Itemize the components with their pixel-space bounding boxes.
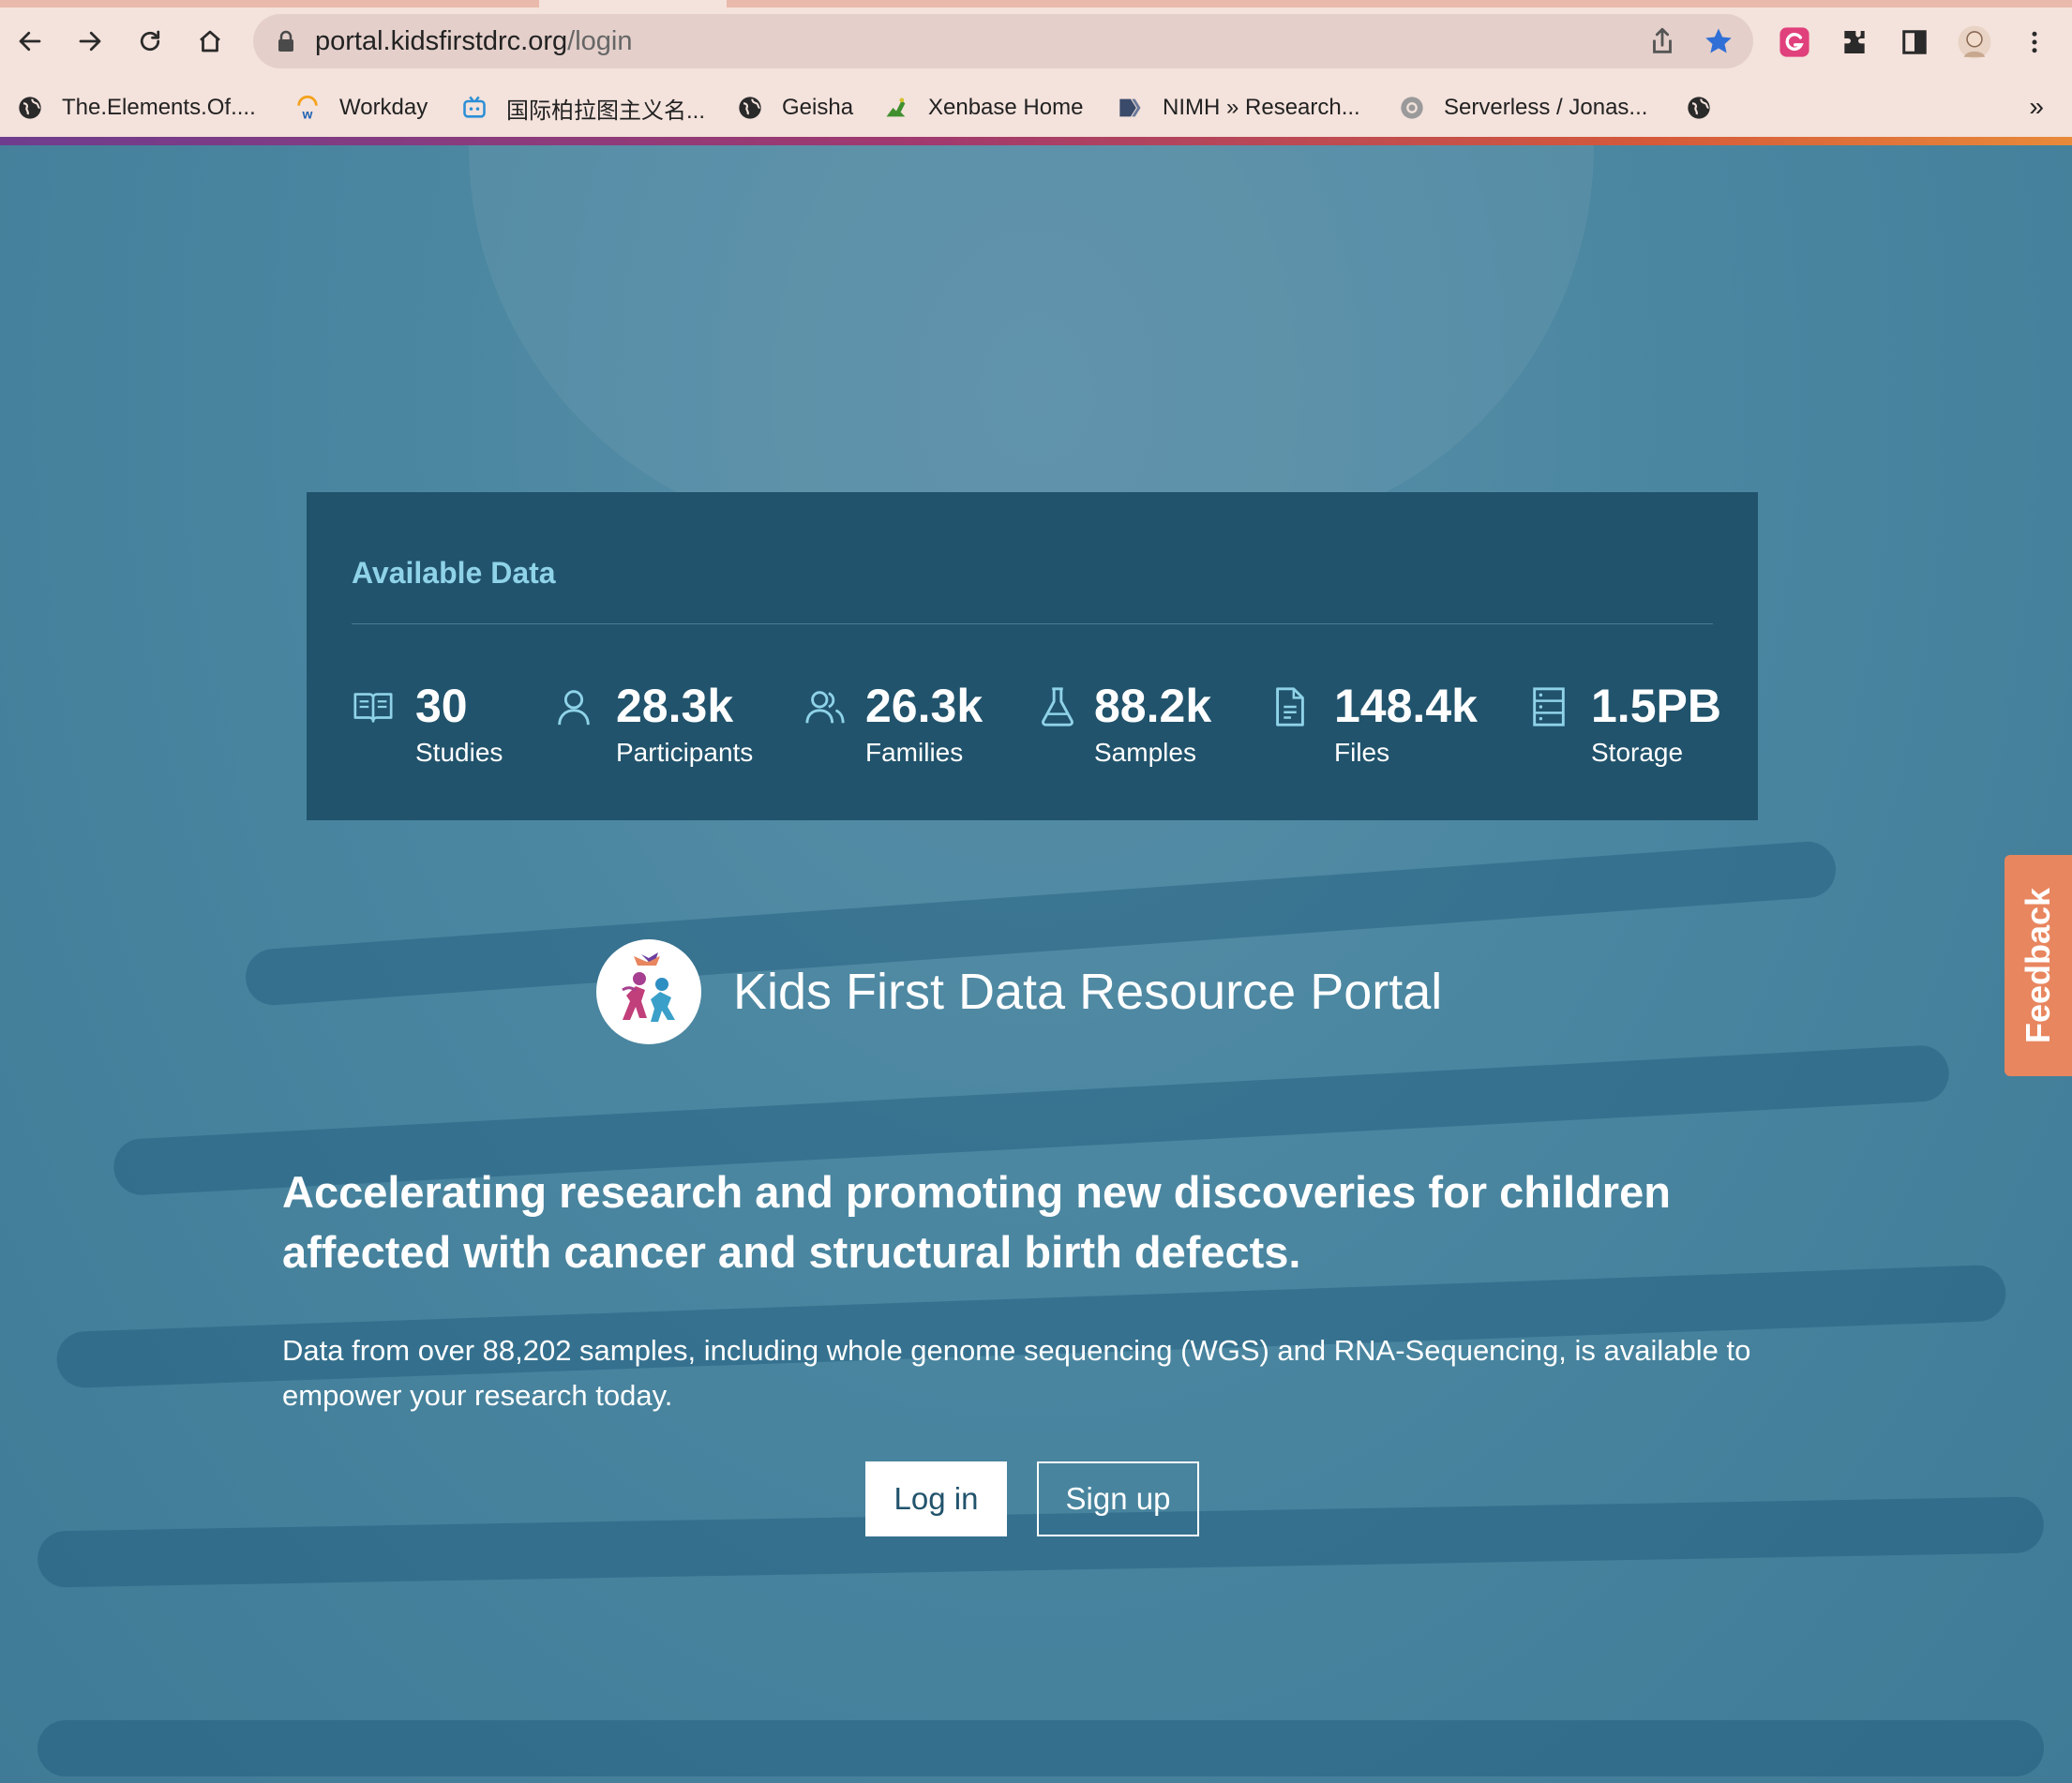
address-bar[interactable]: portal.kidsfirstdrc.org/login [253,14,1753,68]
available-data-title: Available Data [352,556,556,590]
bookmark-label: 国际柏拉图主义名... [506,97,706,124]
svg-text:w: w [302,107,313,121]
reload-button[interactable] [129,21,171,62]
bookmark-item[interactable]: Serverless / Jonas... [1399,90,1647,126]
stat-storage: 1.5PB Storage [1527,680,1724,773]
grammarly-icon [1779,27,1809,57]
book-icon [353,693,393,723]
stat-label: Storage [1591,738,1684,767]
portal-name: Kids First Data Resource Portal [733,964,1443,1020]
bilibili-icon [461,95,488,121]
stat-value: 28.3k [616,680,734,732]
stat-families: 26.3k Families [803,680,1010,773]
bookmark-label: Workday [339,95,428,120]
home-icon [200,30,220,52]
globe-icon [737,95,763,121]
bookmark-label: The.Elements.Of.... [62,95,256,120]
nimh-icon [1118,95,1144,121]
bookmark-item[interactable]: 国际柏拉图主义名... [461,90,705,126]
portal-gradient-bar [0,137,2072,145]
bookmark-label: Xenbase Home [928,95,1084,120]
profile-button[interactable] [1957,24,1992,60]
reload-icon [140,30,160,52]
browser-chrome: portal.kidsfirstdrc.org/login The.Elemen… [0,0,2072,145]
home-button[interactable] [189,21,231,62]
feedback-label: Feedback [2019,887,2058,1044]
hero-description: Data from over 88,202 samples, including… [282,1334,1751,1412]
bookmarks-overflow-button[interactable]: » [2029,92,2044,122]
login-button[interactable]: Log in [865,1461,1007,1536]
xenbase-frog-icon [883,95,909,121]
stat-label: Families [865,738,964,767]
flask-icon [1042,687,1074,727]
forward-button[interactable] [69,21,111,62]
share-icon[interactable] [1646,25,1678,57]
stat-studies: 30 Studies [352,680,539,773]
stat-label: Samples [1094,738,1196,767]
kids-first-logo [596,939,701,1044]
active-tab[interactable] [539,0,727,7]
workday-icon: w [294,95,321,121]
bookmark-item[interactable] [1686,90,1731,126]
globe-icon [17,95,43,121]
lock-icon[interactable] [276,30,296,52]
bookmark-item[interactable]: The.Elements.Of.... [17,90,256,126]
globe-icon [1686,95,1712,121]
stat-participants: 28.3k Participants [552,680,796,773]
tab-strip [0,0,2072,7]
hero-headline: Accelerating research and promoting new … [282,1167,1671,1277]
family-icon [805,691,845,724]
side-panel-button[interactable] [1897,24,1932,60]
stat-value: 26.3k [865,680,983,732]
feedback-tab[interactable]: Feedback [2004,855,2072,1076]
stat-label: Participants [616,738,754,767]
bookmark-star-icon[interactable] [1703,25,1734,57]
background-photo-face [469,145,1594,539]
person-icon [558,690,590,726]
storage-icon [1533,687,1565,727]
grammarly-extension[interactable] [1777,24,1812,60]
divider [352,623,1713,624]
bookmark-label: Geisha [782,95,854,120]
stat-value: 30 [415,680,468,732]
url-host: portal.kidsfirstdrc.org [315,26,568,56]
background-stripe [38,1720,2044,1776]
avatar [1958,25,1991,59]
stat-label: Studies [415,738,503,767]
kebab-menu-icon [2032,31,2037,53]
file-icon [1276,687,1304,727]
arrow-right-icon [79,31,101,52]
back-button[interactable] [9,21,51,62]
bookmark-item[interactable]: Xenbase Home [883,90,1083,126]
url-path: /login [567,26,633,56]
bookmark-item[interactable]: NIMH » Research... [1118,90,1360,126]
stat-value: 1.5PB [1591,680,1721,732]
stat-value: 148.4k [1334,680,1478,732]
stat-files: 148.4k Files [1269,680,1494,773]
bookmark-item[interactable]: w Workday [294,90,428,126]
extensions-button[interactable] [1837,24,1872,60]
stat-value: 88.2k [1094,680,1212,732]
puzzle-icon [1844,31,1865,53]
available-data-card: Available Data 30 Studies 28.3k Particip… [307,492,1758,820]
bookmark-label: NIMH » Research... [1163,95,1360,120]
stat-samples: 88.2k Samples [1036,680,1242,773]
browser-toolbar: portal.kidsfirstdrc.org/login [0,7,2072,77]
stat-label: Files [1334,738,1390,767]
browser-menu-button[interactable] [2017,24,2052,60]
signup-button[interactable]: Sign up [1037,1461,1199,1536]
side-panel-icon [1902,30,1927,54]
serverless-icon [1399,95,1425,121]
url-text[interactable]: portal.kidsfirstdrc.org/login [315,26,632,57]
login-page: Available Data 30 Studies 28.3k Particip… [0,145,2072,1783]
arrow-left-icon [19,31,41,52]
bookmark-label: Serverless / Jonas... [1444,95,1648,120]
portal-brand: Kids First Data Resource Portal [594,937,1442,1046]
bookmarks-bar: The.Elements.Of.... w Workday 国际柏拉图主义名..… [0,82,2072,131]
bookmark-item[interactable]: Geisha [737,90,853,126]
